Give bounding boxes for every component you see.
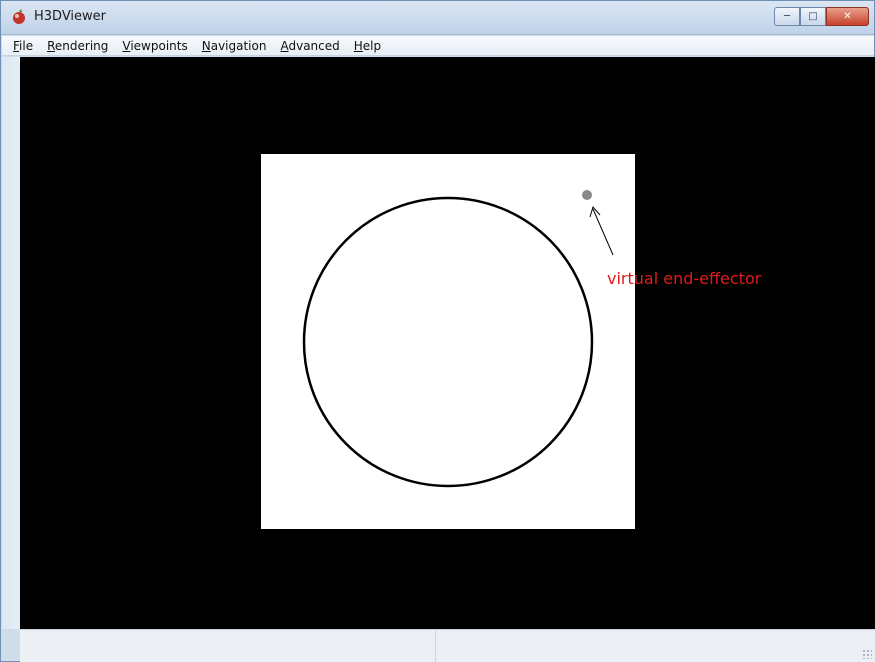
menu-advanced-label: dvanced	[288, 38, 340, 53]
maximize-icon: □	[808, 11, 818, 22]
menu-viewpoints-label: iewpoints	[130, 38, 188, 53]
scene-canvas[interactable]: virtual end-effector	[20, 57, 875, 629]
menu-help[interactable]: Help	[347, 37, 388, 55]
menu-navigation-accel: N	[201, 38, 211, 53]
title-bar[interactable]: H3DViewer ─ □ ✕	[1, 1, 874, 35]
resize-grip[interactable]	[862, 649, 872, 659]
window-controls: ─ □ ✕	[774, 7, 869, 27]
status-bar	[20, 629, 875, 662]
annotation-label: virtual end-effector	[607, 269, 762, 288]
menu-advanced[interactable]: Advanced	[273, 37, 346, 55]
close-icon: ✕	[843, 11, 852, 22]
menu-help-label: elp	[362, 38, 382, 53]
menu-bar: File Rendering Viewpoints Navigation Adv…	[2, 36, 874, 56]
window-title: H3DViewer	[34, 9, 107, 24]
close-button[interactable]: ✕	[826, 7, 869, 26]
minimize-icon: ─	[783, 11, 791, 22]
app-window: H3DViewer ─ □ ✕ File Rendering Viewpoint…	[0, 0, 875, 662]
menu-help-accel: H	[353, 38, 363, 53]
menu-rendering-label: endering	[54, 38, 109, 53]
h3d-app-icon	[13, 9, 25, 24]
render-viewport[interactable]: virtual end-effector	[20, 57, 875, 629]
scene-panel	[261, 154, 635, 529]
menu-navigation[interactable]: Navigation	[195, 37, 274, 55]
menu-viewpoints[interactable]: Viewpoints	[115, 37, 194, 55]
menu-navigation-label: avigation	[210, 38, 267, 53]
menu-rendering-accel: R	[47, 38, 55, 53]
status-left-pane	[20, 630, 436, 662]
menu-rendering[interactable]: Rendering	[40, 37, 115, 55]
menu-file[interactable]: File	[6, 37, 40, 55]
minimize-button[interactable]: ─	[774, 7, 800, 26]
left-frame-strip	[2, 57, 20, 629]
maximize-button[interactable]: □	[800, 7, 826, 26]
end-effector-dot	[582, 190, 592, 200]
menu-file-label: ile	[19, 38, 34, 53]
